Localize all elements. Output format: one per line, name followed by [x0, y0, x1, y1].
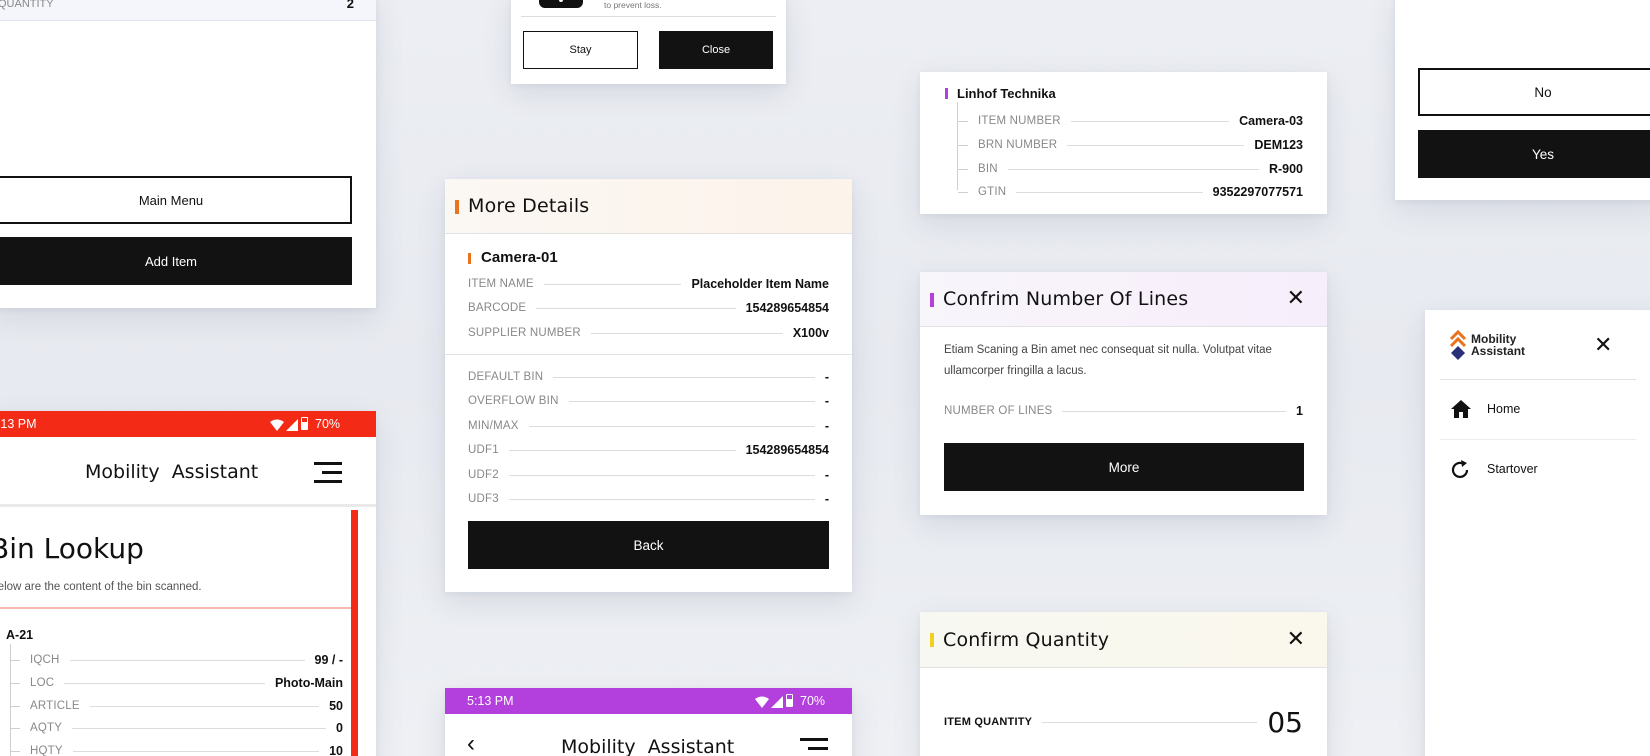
- accent-bar: [455, 200, 459, 214]
- logo-text: Mobility Assistant: [1471, 332, 1526, 358]
- app-title: Mobility Assistant: [561, 736, 735, 756]
- battery-level: 70%: [800, 694, 826, 708]
- close-button[interactable]: Close: [659, 31, 773, 69]
- more-details-card: More Details Camera-01 ITEM NAME Placehol…: [445, 179, 852, 592]
- dialog-title: Confirm Quantity: [943, 629, 1110, 651]
- scroll-indicator[interactable]: [351, 510, 358, 756]
- more-button[interactable]: More: [944, 443, 1304, 491]
- status-bar: 5:13 PM 70%: [0, 411, 376, 437]
- bin-row: IQCH 99 / -: [30, 653, 343, 667]
- quantity-row: QUANTITY 2: [0, 0, 376, 21]
- signal-icon: [771, 695, 783, 713]
- bin-row: ARTICLE 50: [30, 699, 343, 713]
- app-logo: [1449, 329, 1467, 361]
- add-item-button[interactable]: Add Item: [0, 237, 352, 285]
- back-chevron-icon[interactable]: ‹: [467, 732, 475, 756]
- tree-row: GTIN 9352297077571: [978, 185, 1303, 199]
- battery-level: 70%: [315, 417, 341, 431]
- status-time: 5:13 PM: [0, 417, 37, 431]
- refresh-icon: [1450, 459, 1472, 486]
- confirm-lines-dialog: Confrim Number Of Lines ✕ Etiam Scaning …: [920, 272, 1327, 515]
- divider: [445, 354, 852, 355]
- divider: [521, 16, 776, 17]
- leader-line: [1042, 721, 1258, 723]
- close-icon[interactable]: ✕: [1594, 334, 1612, 356]
- tree-row: ITEM NUMBER Camera-03: [978, 114, 1303, 128]
- bin-rows: IQCH 99 / - LOC Photo-Main ARTICLE 50 AQTY 0…: [10, 647, 343, 756]
- warning-icon: [539, 0, 583, 8]
- menu-item-label: Home: [1487, 402, 1521, 416]
- stay-button[interactable]: Stay: [523, 31, 638, 69]
- close-icon[interactable]: ✕: [1287, 287, 1305, 309]
- quantity-label: QUANTITY: [0, 0, 54, 10]
- dialog-body-text: Etiam Scaning a Bin amet nec consequat s…: [944, 344, 1272, 377]
- accent-bar: [930, 293, 934, 307]
- detail-row: UDF1 154289654854: [468, 443, 829, 457]
- back-button[interactable]: Back: [468, 521, 829, 569]
- bin-name: A-21: [6, 628, 34, 642]
- detail-row: OVERFLOW BIN -: [468, 394, 829, 408]
- status-bar: 5:13 PM 70%: [445, 688, 852, 714]
- app-title: Mobility Assistant: [85, 461, 259, 483]
- app-bar: Mobility Assistant: [0, 437, 376, 507]
- tree-rows: ITEM NUMBER Camera-03 BRN NUMBER DEM123 BI…: [958, 110, 1303, 210]
- dialog-title: Confrim Number Of Lines: [943, 288, 1189, 310]
- leave-dialog-card: to prevent loss. Stay Close: [511, 0, 786, 84]
- hamburger-menu-icon[interactable]: [314, 462, 344, 484]
- card-title: More Details: [468, 195, 590, 217]
- close-icon[interactable]: ✕: [1287, 628, 1305, 650]
- battery-icon: [301, 417, 308, 430]
- tree-row: BIN R-900: [978, 162, 1303, 176]
- home-icon: [1450, 399, 1472, 424]
- detail-row: DEFAULT BIN -: [468, 370, 829, 384]
- no-button[interactable]: No: [1418, 68, 1650, 116]
- quantity-label: ITEM QUANTITY: [944, 716, 1033, 728]
- quantity-value: 2: [346, 0, 354, 11]
- card-header: More Details: [445, 179, 852, 234]
- accent-bar: [468, 253, 471, 264]
- wifi-icon: [270, 418, 284, 436]
- hamburger-menu-icon[interactable]: [800, 738, 830, 756]
- accent-bar: [930, 633, 934, 647]
- signal-icon: [286, 418, 298, 436]
- detail-row: UDF2-: [468, 468, 829, 482]
- accent-bar: [945, 88, 948, 99]
- menu-item-startover[interactable]: Startover: [1440, 440, 1636, 500]
- page-heading: Bin Lookup: [0, 532, 144, 565]
- purple-app-screen: 5:13 PM 70% ‹ Mobility Assistant: [445, 688, 852, 756]
- detail-row: UDF3-: [468, 492, 829, 506]
- menu-item-home[interactable]: Home: [1440, 380, 1636, 440]
- tree-row: BRN NUMBER DEM123: [978, 138, 1303, 152]
- dialog-header: Confirm Quantity ✕: [920, 612, 1327, 668]
- yes-button[interactable]: Yes: [1418, 130, 1650, 178]
- bin-lookup-screen: 5:13 PM 70% Mobility Assistant Bin Looku…: [0, 411, 376, 756]
- battery-icon: [786, 694, 793, 707]
- detail-row: SUPPLIER NUMBER X100v: [468, 326, 829, 340]
- main-menu-button[interactable]: Main Menu: [0, 176, 352, 224]
- wifi-icon: [755, 695, 769, 713]
- item-title: Camera-01: [481, 249, 558, 266]
- dialog-header: Confrim Number Of Lines ✕: [920, 272, 1327, 327]
- status-time: 5:13 PM: [467, 694, 514, 708]
- card-title: Linhof Technika: [957, 86, 1056, 101]
- bin-row: LOC Photo-Main: [30, 676, 343, 690]
- item-tree-card: Linhof Technika ITEM NUMBER Camera-03 BRN…: [920, 72, 1327, 214]
- side-menu: Mobility Assistant ✕ Home Startover: [1425, 310, 1650, 756]
- quantity-row: ITEM QUANTITY 05: [944, 706, 1303, 739]
- quantity-value[interactable]: 05: [1267, 706, 1303, 739]
- detail-row: BARCODE 154289654854: [468, 301, 829, 315]
- dialog-hint: to prevent loss.: [604, 0, 662, 10]
- confirm-dialog-card: No Yes: [1395, 0, 1650, 200]
- lines-row: NUMBER OF LINES 1: [944, 404, 1303, 418]
- confirm-quantity-dialog: Confirm Quantity ✕ ITEM QUANTITY 05: [920, 612, 1327, 756]
- page-subheading: Below are the content of the bin scanned…: [0, 581, 202, 593]
- divider: [0, 607, 351, 609]
- menu-item-label: Startover: [1487, 462, 1538, 476]
- bin-row: AQTY 0: [30, 721, 343, 735]
- bin-row: HQTY 10: [30, 744, 343, 756]
- detail-row: ITEM NAME Placeholder Item Name: [468, 277, 829, 291]
- item-summary-card: QUANTITY 2 Main Menu Add Item: [0, 0, 376, 308]
- detail-row: MIN/MAX -: [468, 419, 829, 433]
